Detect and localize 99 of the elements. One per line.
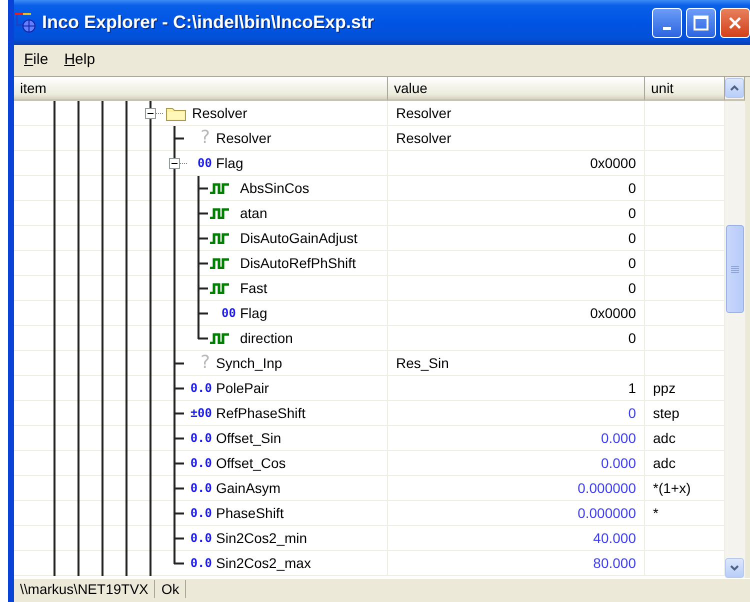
table-cell: 0x0000 <box>388 151 645 176</box>
item-name: GainAsym <box>216 480 281 496</box>
item-name: atan <box>240 205 268 221</box>
item-cell[interactable]: ? Resolver <box>14 126 388 151</box>
type-label: 00 <box>196 156 212 170</box>
maximize-button[interactable] <box>686 8 716 38</box>
pulse-icon <box>210 183 230 194</box>
type-label: 0.0 <box>189 456 212 470</box>
item-cell[interactable]: atan <box>14 201 388 226</box>
type-label: 0.0 <box>189 506 212 520</box>
table-cell: Resolver <box>388 101 645 126</box>
pulse-icon <box>210 283 230 294</box>
column-header[interactable]: item <box>14 77 388 101</box>
pulse-icon <box>210 233 230 244</box>
status-text: Ok <box>155 580 186 598</box>
column-header[interactable]: value <box>388 77 645 101</box>
item-cell[interactable]: 0.0 Offset_Sin <box>14 426 388 451</box>
minimize-button[interactable] <box>652 8 682 38</box>
item-cell[interactable]: Resolver <box>14 101 388 126</box>
column-header[interactable]: unit <box>645 77 725 101</box>
maximize-icon <box>693 14 709 30</box>
table-cell: 0 <box>388 251 645 276</box>
item-cell[interactable]: 00 Flag <box>14 301 388 326</box>
item-cell[interactable]: 0.0 Sin2Cos2_min <box>14 526 388 551</box>
caret-up-icon <box>730 85 739 91</box>
type-label: ±00 <box>189 406 212 420</box>
minimize-icon <box>663 27 671 30</box>
item-cell[interactable]: 0.0 PolePair <box>14 376 388 401</box>
app-icon <box>14 12 38 34</box>
table-cell: Resolver <box>388 126 645 151</box>
table-cell: 1 <box>388 376 645 401</box>
unknown-type-icon: ? <box>182 352 210 373</box>
scroll-down-button[interactable] <box>725 558 744 578</box>
item-cell[interactable]: ? Synch_Inp <box>14 351 388 376</box>
item-name: AbsSinCos <box>240 180 310 196</box>
item-cell[interactable]: AbsSinCos <box>14 176 388 201</box>
caret-down-icon <box>730 565 739 571</box>
pulse-icon <box>210 333 230 344</box>
item-cell[interactable]: 0.0 PhaseShift <box>14 501 388 526</box>
item-cell[interactable]: 0.0 GainAsym <box>14 476 388 501</box>
item-name: PolePair <box>216 380 269 396</box>
item-name: Resolver <box>192 105 248 121</box>
collapse-icon[interactable] <box>145 108 165 119</box>
item-cell[interactable]: DisAutoRefPhShift <box>14 251 388 276</box>
menu-item[interactable]: Help <box>58 48 102 70</box>
table-cell: 0 <box>388 226 645 251</box>
folder-icon <box>166 106 186 121</box>
item-name: DisAutoRefPhShift <box>240 255 356 271</box>
pulse-icon <box>210 208 230 219</box>
table-cell: 40.000 <box>388 526 645 551</box>
table-cell: 0.000000 <box>388 476 645 501</box>
item-name: Offset_Cos <box>216 455 286 471</box>
type-label: 0.0 <box>189 531 212 545</box>
item-cell[interactable]: 0.0 Sin2Cos2_max <box>14 551 388 576</box>
table-cell: 0 <box>388 276 645 301</box>
item-name: Offset_Sin <box>216 430 282 446</box>
item-name: Sin2Cos2_max <box>216 555 311 571</box>
unknown-type-icon: ? <box>182 127 210 148</box>
table-cell: 0 <box>388 326 645 351</box>
table-cell: 0 <box>388 176 645 201</box>
item-cell[interactable]: Fast <box>14 276 388 301</box>
item-cell[interactable]: DisAutoGainAdjust <box>14 226 388 251</box>
status-text: \\markus\NET19TVX <box>14 580 156 598</box>
item-name: Flag <box>240 305 268 321</box>
item-name: Sin2Cos2_min <box>216 530 308 546</box>
table-cell: 0x0000 <box>388 301 645 326</box>
type-label: 0.0 <box>189 431 212 445</box>
type-label: 0.0 <box>189 381 212 395</box>
pulse-icon <box>210 258 230 269</box>
close-icon <box>728 16 742 30</box>
item-name: Synch_Inp <box>216 355 282 371</box>
item-name: Resolver <box>216 130 272 146</box>
item-cell[interactable]: direction <box>14 326 388 351</box>
table-cell: 80.000 <box>388 551 645 576</box>
menu-item[interactable]: File <box>18 48 54 70</box>
item-name: direction <box>240 330 293 346</box>
item-name: DisAutoGainAdjust <box>240 230 358 246</box>
type-label: 00 <box>220 306 236 320</box>
item-name: Fast <box>240 280 268 296</box>
table-cell: 0.000000 <box>388 501 645 526</box>
close-button[interactable] <box>720 8 750 38</box>
table-cell: 0.000 <box>388 426 645 451</box>
table-cell: 0 <box>388 401 645 426</box>
grip-icon <box>731 265 739 273</box>
collapse-icon[interactable] <box>169 158 189 169</box>
item-name: Flag <box>216 155 244 171</box>
item-cell[interactable]: ±00 RefPhaseShift <box>14 401 388 426</box>
type-label: 0.0 <box>189 481 212 495</box>
window-title: Inco Explorer - C:\indel\bin\IncoExp.str <box>42 12 376 33</box>
item-cell[interactable]: 00 Flag <box>14 151 388 176</box>
table-cell: Res_Sin <box>388 351 645 376</box>
scrollbar-thumb[interactable] <box>726 225 744 313</box>
item-cell[interactable]: 0.0 Offset_Cos <box>14 451 388 476</box>
item-name: RefPhaseShift <box>216 405 306 421</box>
type-label: 0.0 <box>189 556 212 570</box>
table-cell: 0 <box>388 201 645 226</box>
scroll-up-button[interactable] <box>725 78 744 98</box>
table-cell: 0.000 <box>388 451 645 476</box>
item-name: PhaseShift <box>216 505 284 521</box>
